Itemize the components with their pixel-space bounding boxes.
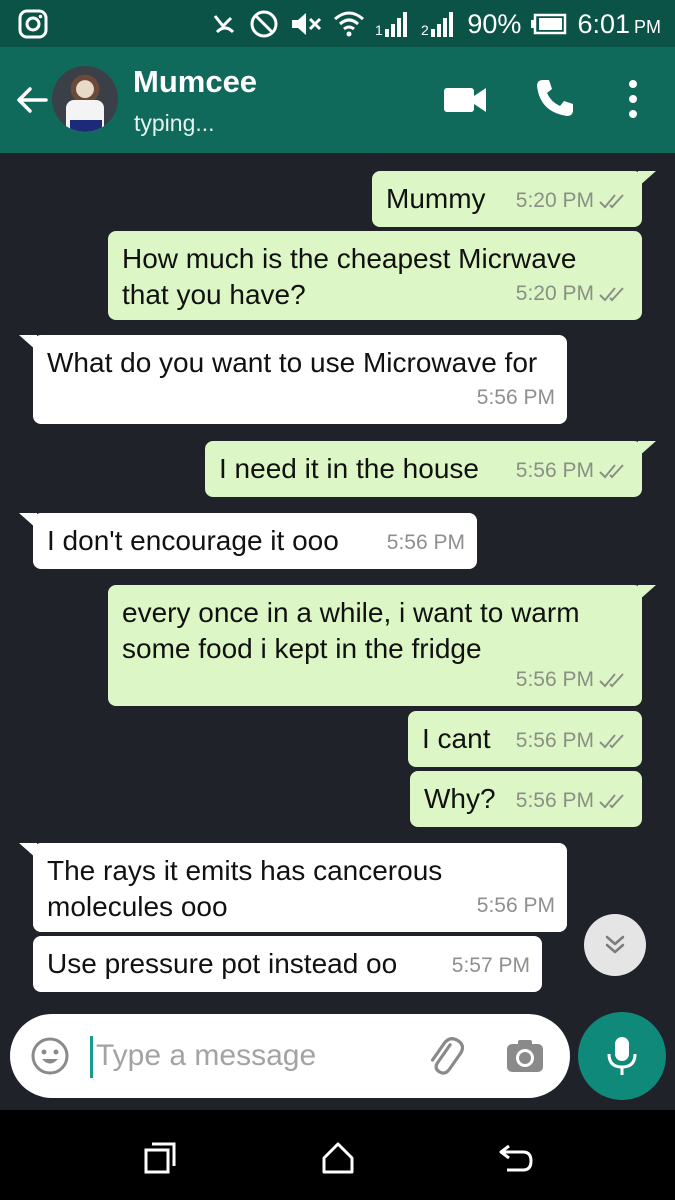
contact-name[interactable]: Mumcee: [133, 64, 257, 100]
battery-icon: [531, 13, 567, 35]
message-time: 5:56 PM: [515, 459, 594, 482]
message-text: every once in a while, i want to warm so…: [122, 597, 580, 664]
battery-percent: 90%: [467, 8, 522, 39]
message-text: Use pressure pot instead oo: [47, 948, 398, 979]
message-outgoing[interactable]: every once in a while, i want to warm so…: [108, 585, 656, 706]
message-incoming[interactable]: What do you want to use Microwave for 5:…: [19, 335, 567, 424]
message-text: Why?: [424, 783, 496, 814]
svg-text:2: 2: [421, 22, 429, 38]
message-time: 5:20 PM: [515, 282, 594, 305]
typing-status: typing...: [134, 110, 215, 136]
missed-call-icon: [214, 15, 235, 34]
message-outgoing[interactable]: Mummy 5:20 PM: [372, 171, 656, 227]
microphone-icon: [607, 1037, 637, 1075]
avatar[interactable]: [52, 66, 118, 132]
double-chevron-down-icon: [605, 935, 625, 954]
phone-call-icon[interactable]: [534, 77, 576, 119]
message-text: I cant: [422, 723, 491, 754]
camera-icon[interactable]: [505, 1036, 545, 1076]
signal-1-icon: 1: [375, 12, 408, 38]
message-text: I need it in the house: [219, 453, 479, 484]
message-time: 5:57 PM: [451, 954, 530, 977]
read-ticks-icon: [599, 464, 624, 479]
status-bar: 1 2 90% 6:01 PM: [0, 0, 675, 47]
svg-text:1: 1: [375, 22, 383, 38]
message-incoming[interactable]: Use pressure pot instead oo 5:57 PM: [33, 936, 542, 992]
message-text: The rays it emits has cancerous molecule…: [47, 855, 443, 922]
message-incoming[interactable]: I don't encourage it ooo 5:56 PM: [19, 513, 477, 569]
message-time: 5:56 PM: [476, 386, 555, 409]
message-text: I don't encourage it ooo: [47, 525, 339, 556]
message-time: 5:56 PM: [515, 789, 594, 812]
dnd-icon: [250, 10, 278, 38]
message-input[interactable]: [96, 1032, 396, 1080]
scroll-to-bottom-button[interactable]: [584, 914, 646, 976]
voice-message-button[interactable]: [578, 1012, 666, 1100]
read-ticks-icon: [599, 287, 624, 302]
back-arrow-icon[interactable]: [12, 80, 52, 120]
read-ticks-icon: [599, 194, 624, 209]
message-time: 5:56 PM: [515, 729, 594, 752]
message-text: What do you want to use Microwave for: [47, 347, 538, 378]
attach-icon[interactable]: [422, 1034, 466, 1078]
read-ticks-icon: [599, 794, 624, 809]
more-vert-icon[interactable]: [620, 77, 646, 121]
home-icon[interactable]: [318, 1138, 358, 1178]
message-text: How much is the cheapest Micrwave that y…: [122, 243, 577, 310]
text-cursor: [90, 1036, 93, 1078]
back-nav-icon[interactable]: [497, 1138, 537, 1178]
message-text: Mummy: [386, 183, 486, 214]
video-call-icon[interactable]: [442, 83, 488, 117]
message-time: 5:56 PM: [476, 894, 555, 917]
emoji-icon[interactable]: [30, 1036, 70, 1076]
message-time: 5:20 PM: [515, 189, 594, 212]
message-outgoing[interactable]: I need it in the house 5:56 PM: [205, 441, 656, 497]
chat-header: Mumcee typing...: [0, 47, 675, 153]
read-ticks-icon: [599, 673, 624, 688]
message-composer: [10, 1014, 570, 1098]
recent-apps-icon[interactable]: [140, 1138, 180, 1178]
message-time: 5:56 PM: [386, 531, 465, 554]
message-outgoing[interactable]: How much is the cheapest Micrwave that y…: [108, 231, 642, 320]
mute-icon: [292, 13, 322, 35]
clock: 6:01 PM: [577, 8, 661, 39]
instagram-icon: [18, 9, 48, 39]
wifi-icon: [334, 11, 365, 37]
message-time: 5:56 PM: [515, 668, 594, 691]
signal-2-icon: 2: [421, 12, 454, 38]
read-ticks-icon: [599, 734, 624, 749]
message-incoming[interactable]: The rays it emits has cancerous molecule…: [19, 843, 567, 932]
message-outgoing[interactable]: I cant 5:56 PM: [408, 711, 642, 767]
system-nav-bar: [0, 1110, 675, 1200]
message-outgoing[interactable]: Why? 5:56 PM: [410, 771, 642, 827]
